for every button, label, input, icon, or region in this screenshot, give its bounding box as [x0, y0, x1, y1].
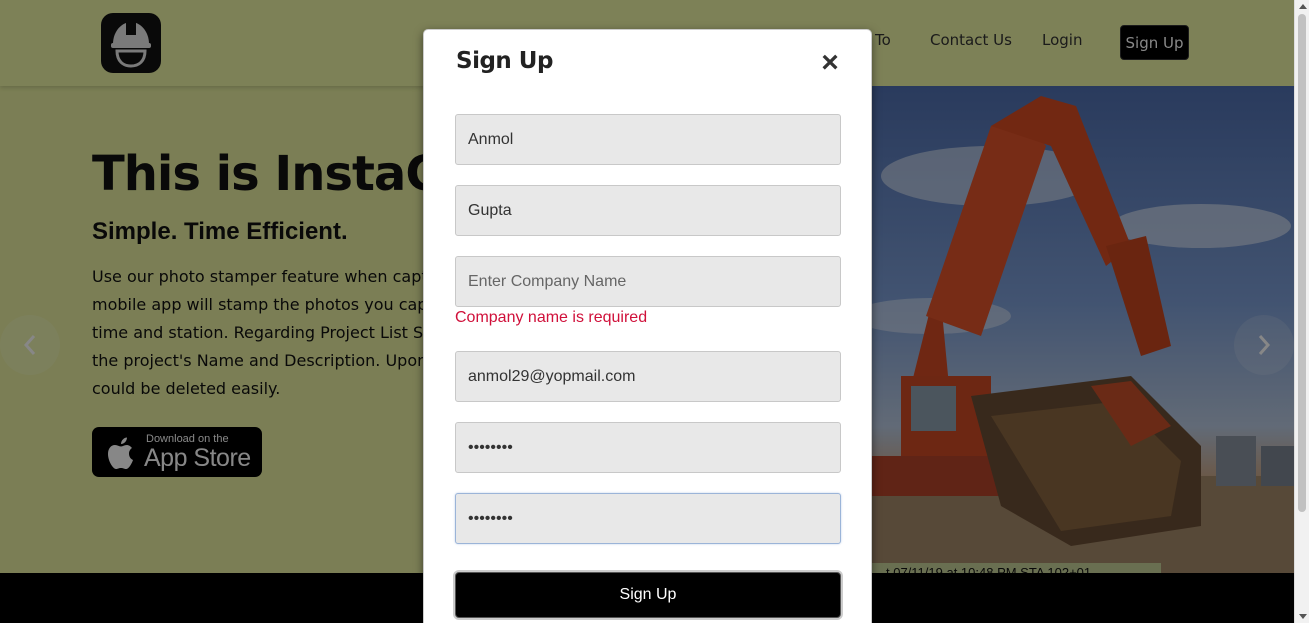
- scroll-up-arrow-icon[interactable]: [1299, 4, 1307, 9]
- signup-modal: Sign Up × Company name is required Sign …: [423, 29, 872, 623]
- company-name-input[interactable]: [455, 256, 841, 307]
- scroll-down-arrow-icon[interactable]: [1299, 614, 1307, 619]
- first-name-input[interactable]: [455, 114, 841, 165]
- scroll-thumb[interactable]: [1298, 14, 1306, 512]
- last-name-input[interactable]: [455, 185, 841, 236]
- company-error-message: Company name is required: [455, 309, 648, 326]
- modal-title: Sign Up: [456, 48, 553, 74]
- confirm-password-input[interactable]: [455, 493, 841, 544]
- page-scrollbar[interactable]: [1294, 0, 1309, 623]
- email-input[interactable]: [455, 351, 841, 402]
- signup-submit-button[interactable]: Sign Up: [455, 572, 841, 618]
- password-input[interactable]: [455, 422, 841, 473]
- close-icon[interactable]: ×: [819, 48, 841, 78]
